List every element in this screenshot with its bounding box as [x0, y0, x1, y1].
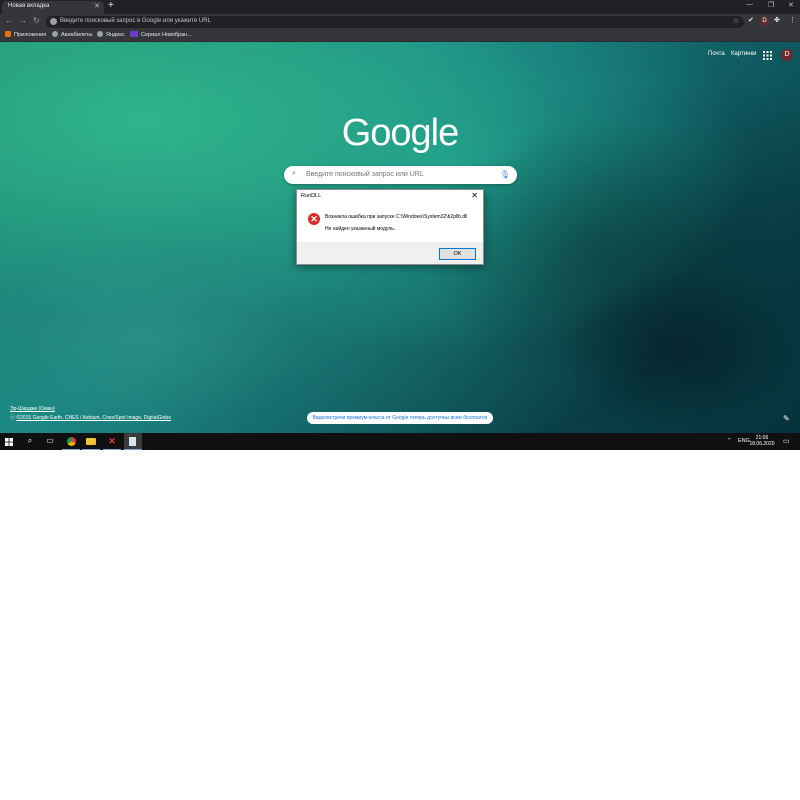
forward-icon[interactable]: → [19, 16, 27, 25]
red-x-app-icon: ✕ [108, 436, 116, 446]
dialog-title: RunDLL [301, 193, 322, 199]
folder-icon [86, 438, 96, 445]
notifications-icon[interactable]: ▭ [783, 437, 790, 445]
gmail-link[interactable]: Почта [708, 51, 725, 57]
browser-toolbar: ← → ↻ Введите поисковый запрос в Google … [0, 14, 800, 30]
apps-grid-icon [5, 31, 11, 37]
search-placeholder: Введите поисковый запрос или URL [306, 171, 424, 178]
bookmark-serial[interactable]: Сериал Новобран... [130, 31, 192, 38]
browser-tab-bar: Новая вкладка ✕ + — ❐ ✕ [0, 0, 800, 14]
windows-logo-icon [5, 438, 13, 446]
globe-icon [52, 31, 58, 37]
desktop-screen: Новая вкладка ✕ + — ❐ ✕ ← → ↻ Введите по… [0, 0, 800, 450]
google-g-icon [50, 18, 57, 25]
dialog-message-line2: Не найден указанный модуль. [325, 226, 396, 232]
taskbar-rundll[interactable] [124, 433, 142, 450]
account-avatar[interactable]: D [781, 49, 793, 61]
reload-icon[interactable]: ↻ [33, 16, 40, 25]
dialog-message-line1: Возникла ошибка при запуске C:\Windows\S… [325, 214, 468, 220]
chrome-icon [67, 437, 76, 446]
omnibox[interactable]: Введите поисковый запрос в Google или ук… [46, 16, 744, 28]
bookmark-star-icon[interactable]: ☆ [733, 17, 739, 25]
start-button[interactable] [0, 433, 18, 450]
taskbar-chrome[interactable] [62, 433, 80, 450]
background-shallows [0, 242, 300, 432]
dialog-close-icon[interactable]: ✕ [471, 191, 478, 200]
tray-chevron-icon[interactable]: ⌃ [727, 438, 732, 444]
minimize-icon[interactable]: — [746, 1, 753, 8]
microphone-icon[interactable]: 🎙 [500, 170, 510, 179]
extension-vk-icon[interactable]: ✔ [748, 16, 754, 24]
tab-title: Новая вкладка [8, 3, 50, 9]
customize-pencil-icon[interactable]: ✎ [783, 414, 790, 423]
maximize-icon[interactable]: ❐ [768, 1, 774, 9]
clock-date: 18.06.2020 [749, 441, 775, 447]
taskbar-file-explorer[interactable] [82, 433, 100, 450]
error-icon: ✕ [308, 213, 320, 225]
bookmark-label: Яндекс [106, 32, 125, 38]
location-link[interactable]: Эр-Шарджи (Оман) [10, 406, 55, 412]
menu-kebab-icon[interactable]: ⋮ [789, 16, 796, 24]
bookmark-label: Авиабилеты [61, 32, 93, 38]
dialog-body: ✕ Возникла ошибка при запуске C:\Windows… [297, 202, 483, 242]
bookmark-yandex[interactable]: Яндекс [97, 31, 125, 38]
bookmark-apps[interactable]: Приложения [5, 31, 46, 38]
taskbar-app-red[interactable]: ✕ [103, 433, 121, 450]
google-logo: Google [341, 112, 460, 154]
bookmark-label: Приложения [14, 32, 47, 38]
imagery-credit: ⓒ ©2015 Google Earth, CNES / Astrium, Cn… [10, 414, 171, 421]
windows-taskbar: ⌕ ▭ ✕ ⌃ ENG 21:06 18.06.2020 ▭ [0, 433, 800, 450]
omnibox-placeholder: Введите поисковый запрос в Google или ук… [60, 18, 211, 24]
search-icon: ⌕ [292, 170, 296, 177]
search-box[interactable]: ⌕ Введите поисковый запрос или URL 🎙 [284, 166, 517, 184]
tab-close-icon[interactable]: ✕ [94, 2, 100, 10]
dialog-titlebar: RunDLL ✕ [297, 190, 483, 202]
extension-badge-icon[interactable]: D [760, 17, 769, 26]
credit-text[interactable]: ©2015 Google Earth, CNES / Astrium, Cnes… [16, 415, 171, 421]
bookmarks-bar: Приложения Авиабилеты Яндекс Сериал Ново… [0, 30, 800, 42]
document-icon [129, 437, 136, 446]
task-view-icon: ▭ [46, 436, 54, 445]
hd-icon [130, 31, 138, 37]
new-tab-icon[interactable]: + [108, 0, 114, 11]
globe-icon [97, 31, 103, 37]
extensions-puzzle-icon[interactable]: ✤ [774, 16, 780, 24]
close-window-icon[interactable]: ✕ [788, 1, 794, 9]
google-apps-icon[interactable] [763, 51, 772, 60]
ok-button[interactable]: OK [439, 248, 476, 260]
bookmark-aviabilety[interactable]: Авиабилеты [52, 31, 93, 38]
background-deep-water [560, 272, 800, 432]
error-dialog: RunDLL ✕ ✕ Возникла ошибка при запуске C… [296, 189, 484, 265]
back-icon[interactable]: ← [5, 16, 13, 25]
bookmark-label: Сериал Новобран... [141, 32, 192, 38]
credit-prefix: ⓒ [10, 415, 16, 421]
system-clock[interactable]: 21:06 18.06.2020 [748, 435, 776, 447]
promo-banner[interactable]: Видеовстречи премиум-класса от Google те… [307, 412, 493, 424]
task-view-button[interactable]: ▭ [41, 433, 59, 450]
tab-new-tab[interactable]: Новая вкладка ✕ [2, 1, 104, 14]
search-icon: ⌕ [27, 436, 33, 445]
taskbar-search-button[interactable]: ⌕ [21, 433, 39, 450]
images-link[interactable]: Картинки [731, 51, 756, 57]
